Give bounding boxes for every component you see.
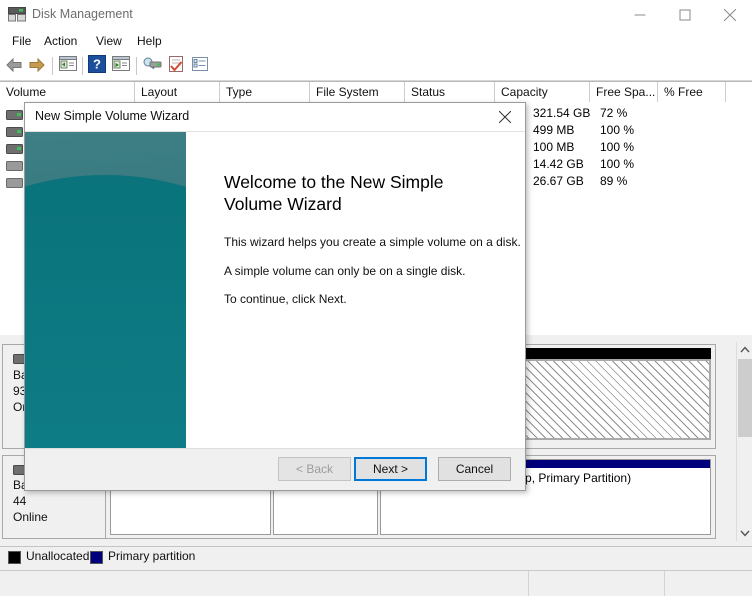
rescan-disks-icon[interactable] xyxy=(142,55,164,77)
cell-free-space: 499 MB xyxy=(533,123,575,137)
list-view-icon[interactable] xyxy=(190,55,212,77)
volume-icon xyxy=(6,160,23,171)
close-icon xyxy=(499,111,511,123)
scrollbar-thumb[interactable] xyxy=(738,359,752,437)
svg-text:?: ? xyxy=(93,57,101,72)
minimize-icon xyxy=(634,14,645,16)
column-header-percent-free[interactable]: % Free xyxy=(658,82,726,103)
dialog-body: Welcome to the New Simple Volume Wizard … xyxy=(25,131,525,449)
new-simple-volume-wizard-dialog[interactable]: New Simple Volume Wizard Welcome to the … xyxy=(24,102,526,491)
back-button[interactable]: < Back xyxy=(278,457,351,481)
cell-percent-free: 72 % xyxy=(600,106,628,120)
cell-percent-free: 100 % xyxy=(600,157,635,171)
volume-icon xyxy=(6,177,23,188)
volume-icon xyxy=(6,109,23,120)
dialog-close-button[interactable] xyxy=(485,103,525,131)
maximize-button[interactable] xyxy=(662,0,707,30)
dialog-title: New Simple Volume Wizard xyxy=(35,109,190,123)
status-segment-1 xyxy=(0,571,529,596)
dialog-paragraph-2: A simple volume can only be on a single … xyxy=(224,264,466,278)
scroll-down-arrow-icon[interactable] xyxy=(737,525,752,541)
legend-swatch-primary-partition xyxy=(90,551,103,564)
minimize-button[interactable] xyxy=(617,0,662,30)
column-header-status[interactable]: Status xyxy=(405,82,495,103)
legend-item-primary-partition: Primary partition xyxy=(90,549,240,566)
dialog-paragraph-1: This wizard helps you create a simple vo… xyxy=(224,235,521,249)
volume-icon xyxy=(6,143,23,154)
show-action-pane-icon[interactable] xyxy=(111,55,133,77)
next-button[interactable]: Next > xyxy=(354,457,427,481)
legend-swatch-unallocated xyxy=(8,551,21,564)
menu-help[interactable]: Help xyxy=(130,33,169,50)
dialog-footer: < Back Next > Cancel xyxy=(25,448,525,490)
column-header-layout[interactable]: Layout xyxy=(135,82,220,103)
cell-free-space: 14.42 GB xyxy=(533,157,584,171)
column-header-type[interactable]: Type xyxy=(220,82,310,103)
cell-percent-free: 89 % xyxy=(600,174,628,188)
column-header-file-system[interactable]: File System xyxy=(310,82,405,103)
menu-bar: File Action View Help xyxy=(0,30,752,52)
toolbar: ? xyxy=(0,52,752,81)
properties-icon[interactable] xyxy=(166,55,188,77)
maximize-icon xyxy=(679,9,690,21)
disk-drive-icon xyxy=(8,7,26,22)
disk-management-window: Disk Management File Action View Help ? xyxy=(0,0,752,596)
wizard-banner-image xyxy=(25,132,186,449)
legend-label-primary-partition: Primary partition xyxy=(108,549,196,563)
show-console-tree-icon[interactable] xyxy=(58,55,80,77)
legend: Unallocated Primary partition xyxy=(0,546,752,571)
disk-1-capacity: 44 xyxy=(13,494,27,508)
status-segment-2 xyxy=(528,571,665,596)
status-segment-3 xyxy=(664,571,752,596)
dialog-content: Welcome to the New Simple Volume Wizard … xyxy=(186,132,525,449)
cell-free-space: 321.54 GB xyxy=(533,106,591,120)
menu-file[interactable]: File xyxy=(5,33,38,50)
close-icon xyxy=(723,9,736,21)
cell-percent-free: 100 % xyxy=(600,123,635,137)
cancel-button[interactable]: Cancel xyxy=(438,457,511,481)
disk-pane-scrollbar[interactable] xyxy=(736,342,752,541)
dialog-title-bar: New Simple Volume Wizard xyxy=(25,103,525,131)
volume-icon xyxy=(6,126,23,137)
close-button[interactable] xyxy=(707,0,752,30)
column-header-volume[interactable]: Volume xyxy=(0,82,135,103)
forward-icon[interactable] xyxy=(27,55,49,77)
column-header-spacer xyxy=(726,82,752,103)
volume-list-header: Volume Layout Type File System Status Ca… xyxy=(0,81,752,104)
cell-free-space: 100 MB xyxy=(533,140,575,154)
menu-action[interactable]: Action xyxy=(37,33,84,50)
column-header-capacity[interactable]: Capacity xyxy=(495,82,590,103)
scroll-up-arrow-icon[interactable] xyxy=(737,342,752,358)
status-bar xyxy=(0,570,752,596)
legend-label-unallocated: Unallocated xyxy=(26,549,90,563)
title-bar: Disk Management xyxy=(0,0,752,30)
dialog-heading: Welcome to the New Simple Volume Wizard xyxy=(224,172,444,214)
cell-free-space: 26.67 GB xyxy=(533,174,584,188)
help-icon[interactable]: ? xyxy=(88,55,110,77)
menu-view[interactable]: View xyxy=(89,33,129,50)
column-header-free-space[interactable]: Free Spa... xyxy=(590,82,658,103)
window-title: Disk Management xyxy=(32,7,133,21)
disk-1-status: Online xyxy=(13,510,48,524)
dialog-paragraph-3: To continue, click Next. xyxy=(224,292,347,306)
cell-percent-free: 100 % xyxy=(600,140,635,154)
back-icon[interactable] xyxy=(4,55,26,77)
banner-arc-lower xyxy=(25,175,186,449)
